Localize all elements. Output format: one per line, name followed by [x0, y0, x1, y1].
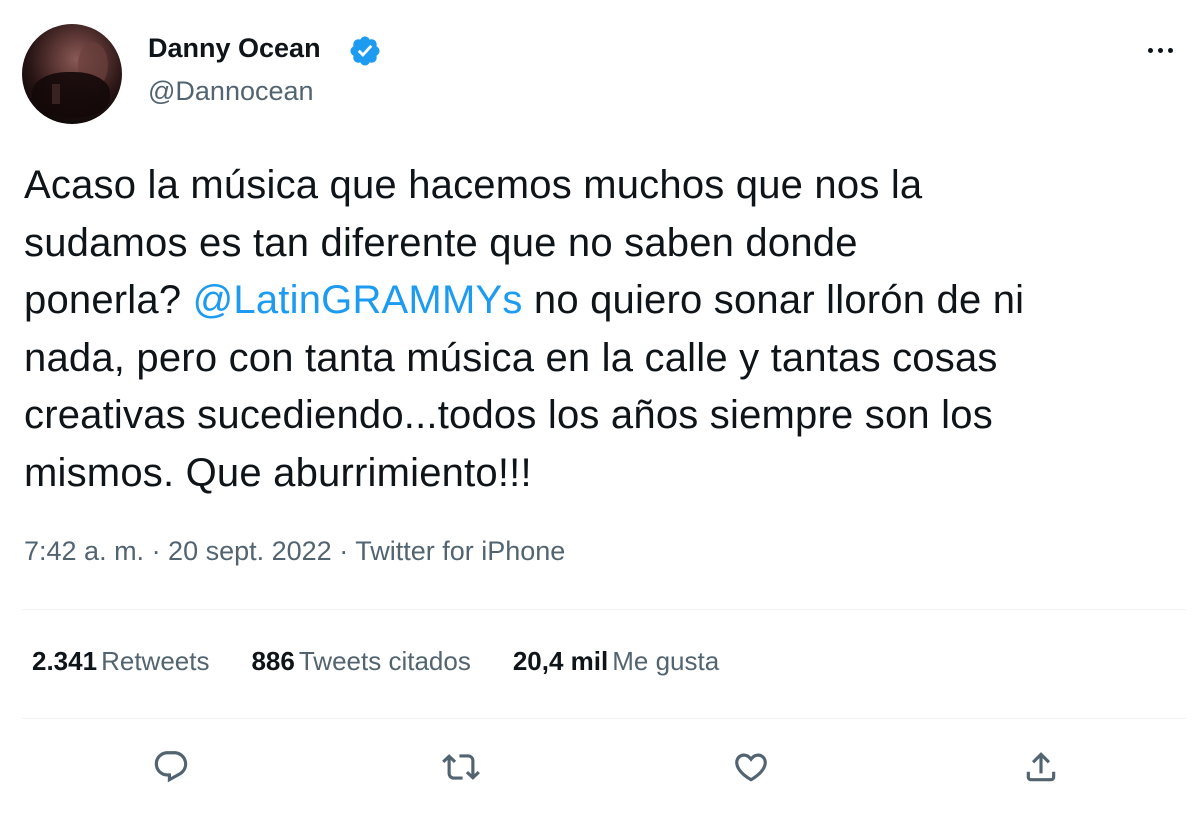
- divider: [22, 718, 1186, 719]
- reply-icon: [154, 751, 188, 783]
- display-name[interactable]: Danny Ocean: [148, 33, 321, 64]
- like-button[interactable]: [726, 742, 776, 792]
- heart-icon: [735, 753, 767, 782]
- tweet-card: Danny Ocean @Dannocean Acaso la música q…: [0, 0, 1200, 814]
- reply-button[interactable]: [146, 742, 196, 792]
- verified-badge-icon: [350, 36, 380, 66]
- retweets-stat[interactable]: 2.341 Retweets: [32, 646, 209, 677]
- tweet-text: Acaso la música que hacemos muchos que n…: [24, 157, 1184, 502]
- share-button[interactable]: [1016, 742, 1066, 792]
- retweet-icon: [442, 754, 480, 780]
- divider: [22, 609, 1186, 610]
- tweet-line: nada, pero con tanta música en la calle …: [24, 335, 998, 380]
- likes-stat[interactable]: 20,4 mil Me gusta: [513, 646, 719, 677]
- tweet-line: Acaso la música que hacemos muchos que n…: [24, 163, 923, 207]
- engagement-stats: 2.341 Retweets 886 Tweets citados 20,4 mil…: [32, 646, 761, 677]
- mention-link[interactable]: @LatinGRAMMYs: [193, 278, 523, 322]
- action-bar: [0, 742, 1200, 792]
- tweet-line: ponerla? @LatinGRAMMYs no quiero sonar l…: [24, 278, 1025, 322]
- retweet-button[interactable]: [436, 742, 486, 792]
- tweet-line: mismos. Que aburrimiento!!!: [24, 450, 532, 495]
- tweet-line: sudamos es tan diferente que no saben do…: [24, 220, 858, 265]
- tweet-timestamp[interactable]: 7:42 a. m. · 20 sept. 2022 · Twitter for…: [24, 536, 565, 567]
- avatar[interactable]: [22, 24, 122, 124]
- quote-tweets-stat[interactable]: 886 Tweets citados: [251, 646, 470, 677]
- user-handle[interactable]: @Dannocean: [148, 76, 314, 107]
- tweet-line: creativas sucediendo...todos los años si…: [24, 393, 993, 437]
- share-icon: [1026, 752, 1056, 782]
- more-options-icon[interactable]: [1138, 32, 1182, 68]
